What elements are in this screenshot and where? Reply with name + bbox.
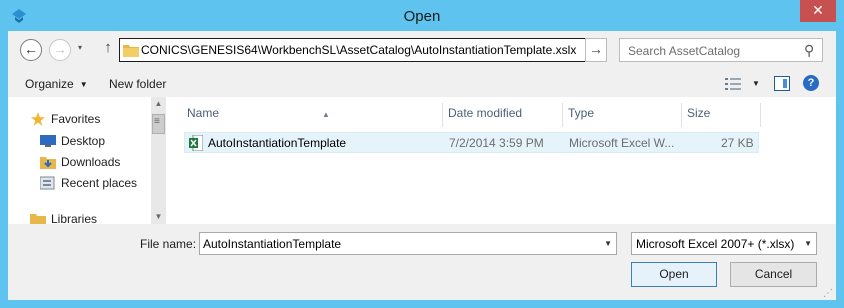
up-folder-button[interactable]: ↑ xyxy=(100,39,116,59)
sidebar-item-desktop[interactable]: Desktop xyxy=(40,134,105,148)
column-header-label: Size xyxy=(687,106,711,120)
navigation-pane: Favorites Desktop Downloads Recent place… xyxy=(8,97,166,224)
sidebar-item-label: Desktop xyxy=(61,134,106,148)
address-bar[interactable]: CONICS\GENESIS64\WorkbenchSL\AssetCatalo… xyxy=(119,38,589,62)
column-header-label: Date modified xyxy=(448,106,523,120)
help-icon[interactable]: ? xyxy=(803,75,819,91)
column-header-label: Name xyxy=(187,106,220,120)
libraries-icon xyxy=(30,214,46,224)
new-folder-button[interactable]: New folder xyxy=(109,77,166,91)
dialog-client-area: ← → ▾ ↑ CONICS\GENESIS64\WorkbenchSL\Ass… xyxy=(8,31,836,300)
sidebar-item-recent-places[interactable]: Recent places xyxy=(40,176,137,190)
address-path: CONICS\GENESIS64\WorkbenchSL\AssetCatalo… xyxy=(141,43,577,57)
sidebar-item-libraries[interactable]: Libraries xyxy=(30,212,97,224)
search-box[interactable]: Search AssetCatalog ⚲ xyxy=(619,38,823,62)
open-file-dialog: Open ✕ ← → ▾ ↑ CONICS\GENESIS64\Workbenc… xyxy=(0,0,844,308)
cancel-button[interactable]: Cancel xyxy=(730,262,817,287)
column-header-type[interactable]: Type xyxy=(563,103,682,127)
downloads-folder-icon xyxy=(40,157,56,169)
sidebar-item-label: Downloads xyxy=(61,155,121,169)
close-button[interactable]: ✕ xyxy=(800,0,836,22)
scroll-thumb[interactable] xyxy=(152,114,165,134)
desktop-icon xyxy=(40,135,56,147)
star-icon xyxy=(31,112,45,126)
sidebar-item-label: Recent places xyxy=(61,176,138,190)
file-type-filter[interactable]: Microsoft Excel 2007+ (*.xlsx) ▼ xyxy=(631,232,817,255)
search-placeholder: Search AssetCatalog xyxy=(628,44,741,58)
scroll-up-arrow[interactable]: ▲ xyxy=(152,97,165,111)
change-view-icon[interactable] xyxy=(725,77,741,91)
excel-file-icon xyxy=(189,135,203,151)
organize-menu[interactable]: Organize ▼ xyxy=(25,77,88,91)
resize-grip-icon[interactable]: ⋰ xyxy=(823,288,833,299)
preview-pane-icon[interactable] xyxy=(774,76,790,91)
file-type-value: Microsoft Excel 2007+ (*.xlsx) xyxy=(636,237,795,251)
window-title: Open xyxy=(403,8,441,25)
column-header-date-modified[interactable]: Date modified xyxy=(443,103,563,127)
command-toolbar: Organize ▼ New folder ▼ ? xyxy=(8,69,836,97)
sidebar-item-label: Favorites xyxy=(51,112,101,126)
file-name-field[interactable]: AutoInstantiationTemplate ▼ xyxy=(199,232,617,255)
open-button[interactable]: Open xyxy=(631,262,717,287)
chevron-down-icon[interactable]: ▼ xyxy=(804,239,812,248)
organize-label: Organize xyxy=(25,77,74,91)
chevron-down-icon[interactable]: ▼ xyxy=(604,239,612,248)
date-modified-cell: 7/2/2014 3:59 PM xyxy=(449,136,544,150)
file-name-value: AutoInstantiationTemplate xyxy=(203,237,342,251)
sort-ascending-icon: ▲ xyxy=(322,110,330,119)
recent-places-icon xyxy=(40,176,55,190)
file-name-label: File name: xyxy=(140,237,197,251)
view-options-dropdown[interactable]: ▼ xyxy=(752,79,760,88)
chevron-down-icon: ▼ xyxy=(79,80,88,89)
folder-icon xyxy=(123,45,139,57)
sidebar-item-label: Libraries xyxy=(51,212,98,224)
file-list: Name ▲ Date modified Type Size AutoInsta… xyxy=(172,97,836,224)
column-header-label: Type xyxy=(568,106,595,120)
navigation-scrollbar[interactable]: ▲ ▼ xyxy=(151,97,166,224)
back-button[interactable]: ← xyxy=(20,39,42,61)
go-button[interactable]: → xyxy=(585,38,607,62)
title-bar[interactable]: Open ✕ xyxy=(0,0,844,32)
type-cell: Microsoft Excel W... xyxy=(569,136,675,150)
recent-locations-dropdown[interactable]: ▾ xyxy=(78,43,82,52)
column-header-name[interactable]: Name ▲ xyxy=(182,103,443,127)
search-icon[interactable]: ⚲ xyxy=(804,42,814,59)
size-cell: 27 KB xyxy=(721,136,754,150)
sidebar-item-favorites[interactable]: Favorites xyxy=(30,112,100,126)
forward-button[interactable]: → xyxy=(49,39,71,61)
browser-area: Favorites Desktop Downloads Recent place… xyxy=(8,97,836,224)
table-row[interactable]: AutoInstantiationTemplate 7/2/2014 3:59 … xyxy=(184,132,759,153)
column-header-size[interactable]: Size xyxy=(682,103,761,127)
sidebar-item-downloads[interactable]: Downloads xyxy=(40,155,120,169)
address-path-container: CONICS\GENESIS64\WorkbenchSL\AssetCatalo… xyxy=(141,43,587,57)
scroll-down-arrow[interactable]: ▼ xyxy=(152,210,165,224)
file-name-cell: AutoInstantiationTemplate xyxy=(208,136,347,150)
